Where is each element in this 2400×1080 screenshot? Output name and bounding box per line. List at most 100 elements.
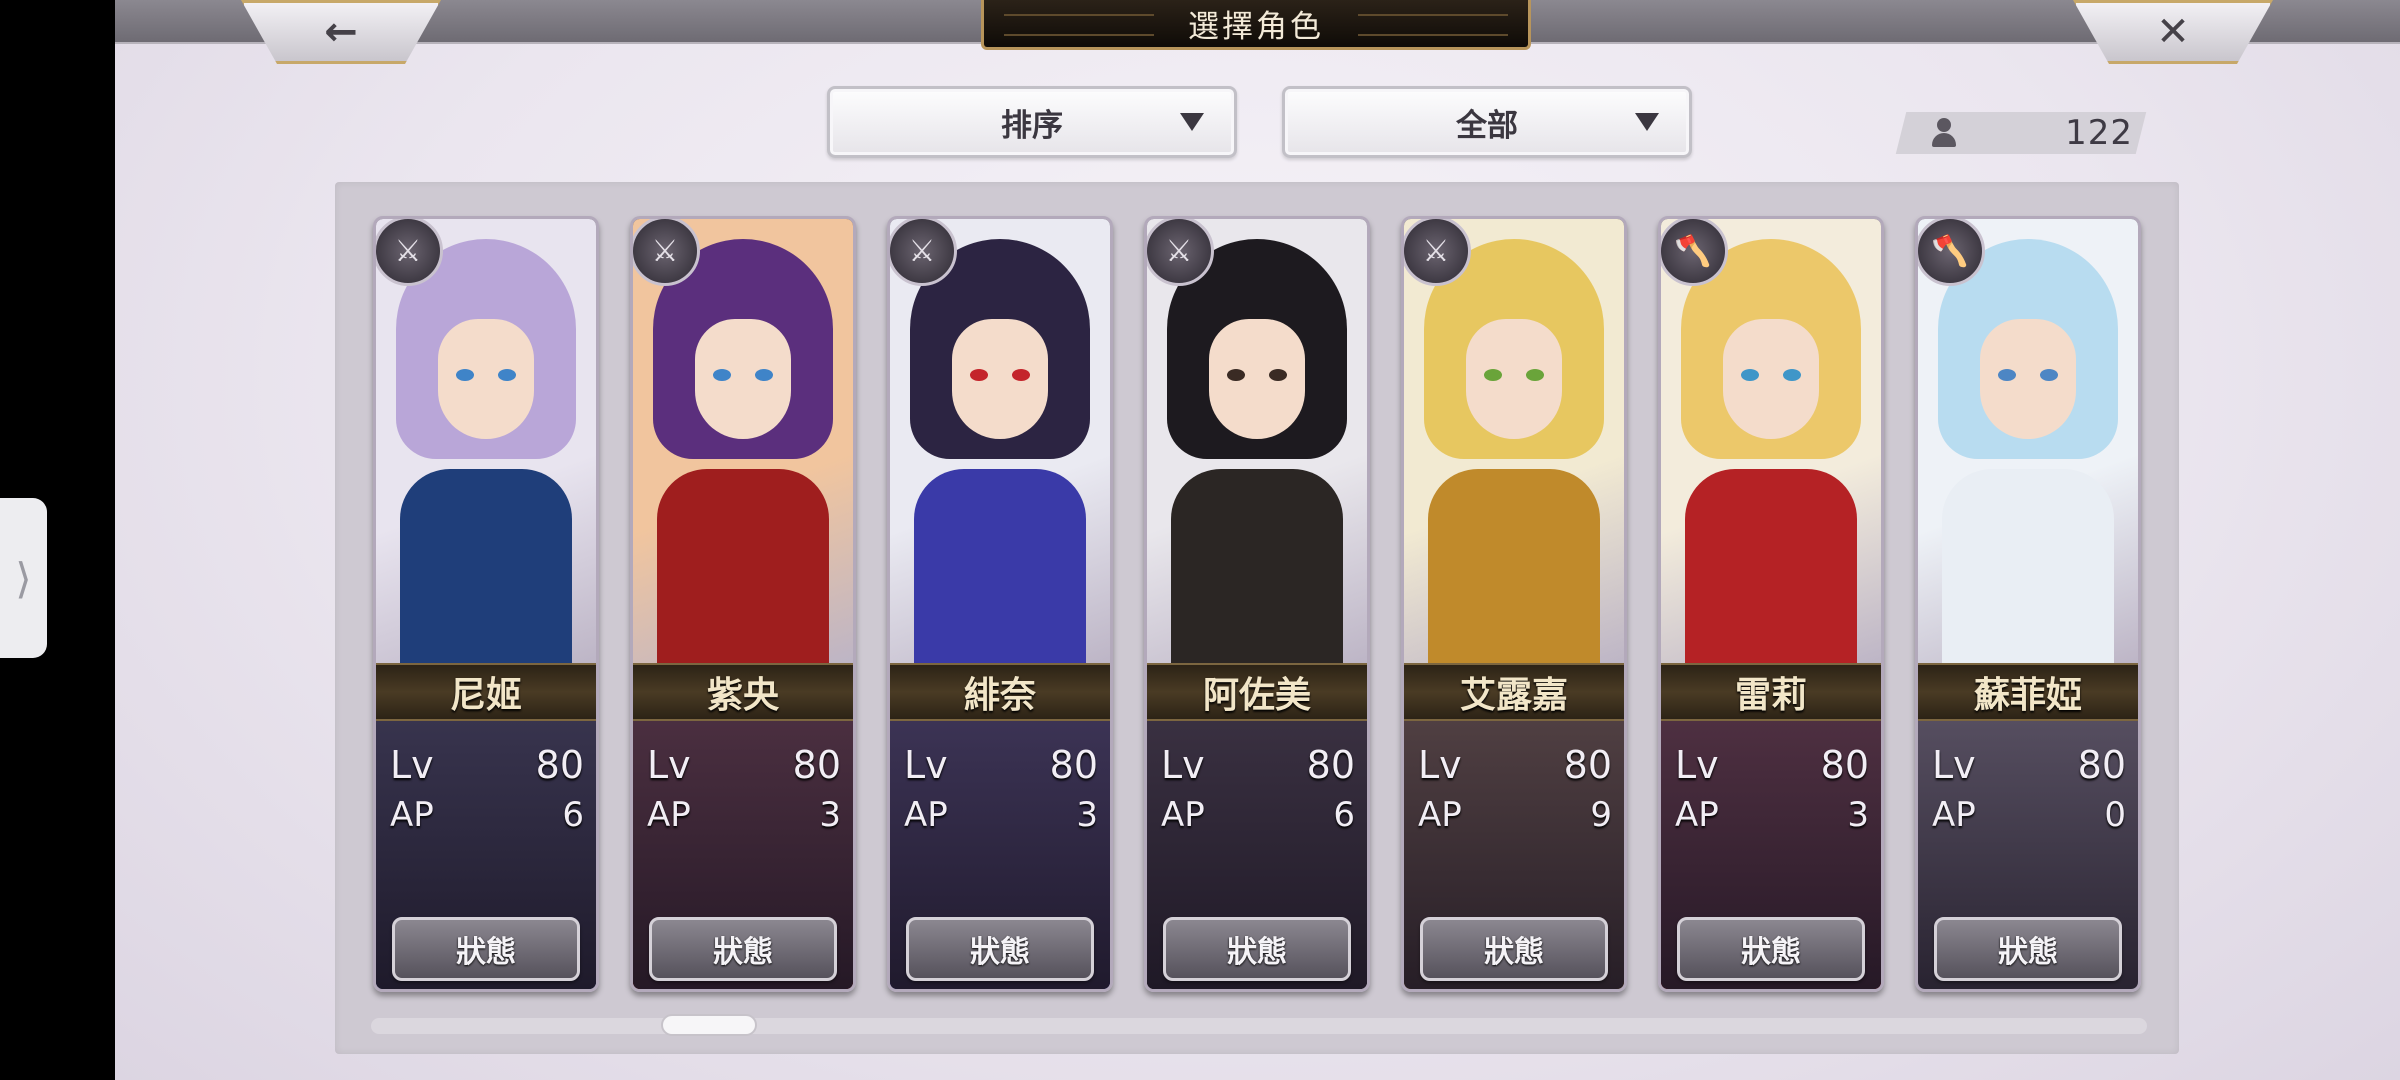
- ap-row: AP 3: [904, 795, 1098, 835]
- status-button[interactable]: 狀態: [649, 917, 837, 981]
- ap-row: AP 6: [390, 795, 584, 835]
- sort-dropdown[interactable]: 排序: [827, 86, 1237, 158]
- ap-value: 3: [1847, 795, 1869, 835]
- character-stats: Lv 80 AP 6 狀態: [376, 721, 596, 989]
- status-button-label: 狀態: [713, 935, 773, 970]
- character-name-bar: 蘇菲婭: [1918, 663, 2138, 721]
- sort-label: 排序: [1001, 107, 1063, 144]
- level-row: Lv 80: [390, 743, 584, 787]
- character-card[interactable]: 🪓 蘇菲婭 Lv 80 AP 0 狀態: [1915, 216, 2141, 992]
- close-button[interactable]: ✕: [2073, 0, 2273, 64]
- status-button[interactable]: 狀態: [1934, 917, 2122, 981]
- ap-label: AP: [1418, 795, 1462, 835]
- ap-label: AP: [1675, 795, 1719, 835]
- character-name-bar: 緋奈: [890, 663, 1110, 721]
- chevron-down-icon: [1635, 113, 1659, 131]
- ap-row: AP 3: [1675, 795, 1869, 835]
- ap-value: 0: [2104, 795, 2126, 835]
- level-value: 80: [1563, 743, 1612, 787]
- status-button-label: 狀態: [1227, 935, 1287, 970]
- character-name-bar: 艾露嘉: [1404, 663, 1624, 721]
- level-label: Lv: [647, 743, 691, 787]
- page-title: 選擇角色: [1188, 9, 1324, 45]
- scrollbar-thumb[interactable]: [661, 1014, 757, 1036]
- character-card[interactable]: ⚔ 艾露嘉 Lv 80 AP 9 狀態: [1401, 216, 1627, 992]
- ap-row: AP 3: [647, 795, 841, 835]
- sword-icon: ⚔: [376, 219, 443, 286]
- title-plate: 選擇角色: [981, 0, 1531, 50]
- ap-label: AP: [390, 795, 434, 835]
- sword-icon: ⚔: [633, 219, 700, 286]
- status-button[interactable]: 狀態: [1420, 917, 1608, 981]
- category-filter-dropdown[interactable]: 全部: [1282, 86, 1692, 158]
- level-row: Lv 80: [647, 743, 841, 787]
- back-button[interactable]: ←: [241, 0, 441, 64]
- ap-value: 3: [819, 795, 841, 835]
- category-label: 全部: [1456, 107, 1518, 144]
- status-button-label: 狀態: [1484, 935, 1544, 970]
- level-row: Lv 80: [1675, 743, 1869, 787]
- ap-row: AP 9: [1418, 795, 1612, 835]
- character-name: 蘇菲婭: [1973, 674, 2082, 716]
- character-stats: Lv 80 AP 9 狀態: [1404, 721, 1624, 989]
- character-card[interactable]: ⚔ 緋奈 Lv 80 AP 3 狀態: [887, 216, 1113, 992]
- character-name: 緋奈: [963, 674, 1036, 716]
- axe-icon: 🪓: [1918, 219, 1985, 286]
- character-card[interactable]: 🪓 雷莉 Lv 80 AP 3 狀態: [1658, 216, 1884, 992]
- level-label: Lv: [390, 743, 434, 787]
- character-name: 阿佐美: [1202, 674, 1311, 716]
- ap-row: AP 0: [1932, 795, 2126, 835]
- ap-value: 3: [1076, 795, 1098, 835]
- edge-panel-handle[interactable]: ⟩: [0, 498, 47, 658]
- ap-value: 6: [562, 795, 584, 835]
- level-value: 80: [1049, 743, 1098, 787]
- status-button[interactable]: 狀態: [1677, 917, 1865, 981]
- level-label: Lv: [1932, 743, 1976, 787]
- character-stats: Lv 80 AP 0 狀態: [1918, 721, 2138, 989]
- status-button-label: 狀態: [1741, 935, 1801, 970]
- ap-value: 6: [1333, 795, 1355, 835]
- level-value: 80: [2077, 743, 2126, 787]
- axe-icon: 🪓: [1661, 219, 1728, 286]
- level-label: Lv: [1161, 743, 1205, 787]
- character-roster-panel: 🪓 蘇菲婭 Lv 80 AP 0 狀態 🪓 雷莉 Lv 80 AP 3 狀態 ⚔…: [335, 182, 2179, 1054]
- sword-icon: ⚔: [1147, 219, 1214, 286]
- level-value: 80: [792, 743, 841, 787]
- level-row: Lv 80: [1418, 743, 1612, 787]
- ap-row: AP 6: [1161, 795, 1355, 835]
- ap-label: AP: [647, 795, 691, 835]
- level-value: 80: [1820, 743, 1869, 787]
- character-stats: Lv 80 AP 6 狀態: [1147, 721, 1367, 989]
- character-name-bar: 紫央: [633, 663, 853, 721]
- character-name-bar: 雷莉: [1661, 663, 1881, 721]
- character-name: 尼姬: [449, 674, 522, 716]
- level-row: Lv 80: [904, 743, 1098, 787]
- character-count-value: 122: [2065, 113, 2133, 153]
- status-button-label: 狀態: [970, 935, 1030, 970]
- scrollbar-track[interactable]: [371, 1018, 2147, 1034]
- character-name-bar: 阿佐美: [1147, 663, 1367, 721]
- character-name: 紫央: [706, 674, 779, 716]
- character-card[interactable]: ⚔ 紫央 Lv 80 AP 3 狀態: [630, 216, 856, 992]
- level-row: Lv 80: [1932, 743, 2126, 787]
- character-card[interactable]: ⚔ 尼姬 Lv 80 AP 6 狀態: [373, 216, 599, 992]
- game-screen: ← 選擇角色 ✕ 排序 全部 122 🪓 蘇菲婭 Lv 80 AP 0 狀態 🪓…: [115, 0, 2400, 1080]
- character-count: 122: [1921, 112, 2141, 154]
- chevron-down-icon: [1180, 113, 1204, 131]
- chevron-right-icon: ⟩: [15, 553, 32, 603]
- status-button[interactable]: 狀態: [1163, 917, 1351, 981]
- ap-value: 9: [1590, 795, 1612, 835]
- character-stats: Lv 80 AP 3 狀態: [633, 721, 853, 989]
- sword-icon: ⚔: [890, 219, 957, 286]
- sword-icon: ⚔: [1404, 219, 1471, 286]
- ap-label: AP: [1161, 795, 1205, 835]
- ap-label: AP: [1932, 795, 1976, 835]
- status-button[interactable]: 狀態: [392, 917, 580, 981]
- level-value: 80: [535, 743, 584, 787]
- character-stats: Lv 80 AP 3 狀態: [890, 721, 1110, 989]
- character-name: 雷莉: [1734, 674, 1807, 716]
- level-row: Lv 80: [1161, 743, 1355, 787]
- status-button[interactable]: 狀態: [906, 917, 1094, 981]
- character-card[interactable]: ⚔ 阿佐美 Lv 80 AP 6 狀態: [1144, 216, 1370, 992]
- level-label: Lv: [1675, 743, 1719, 787]
